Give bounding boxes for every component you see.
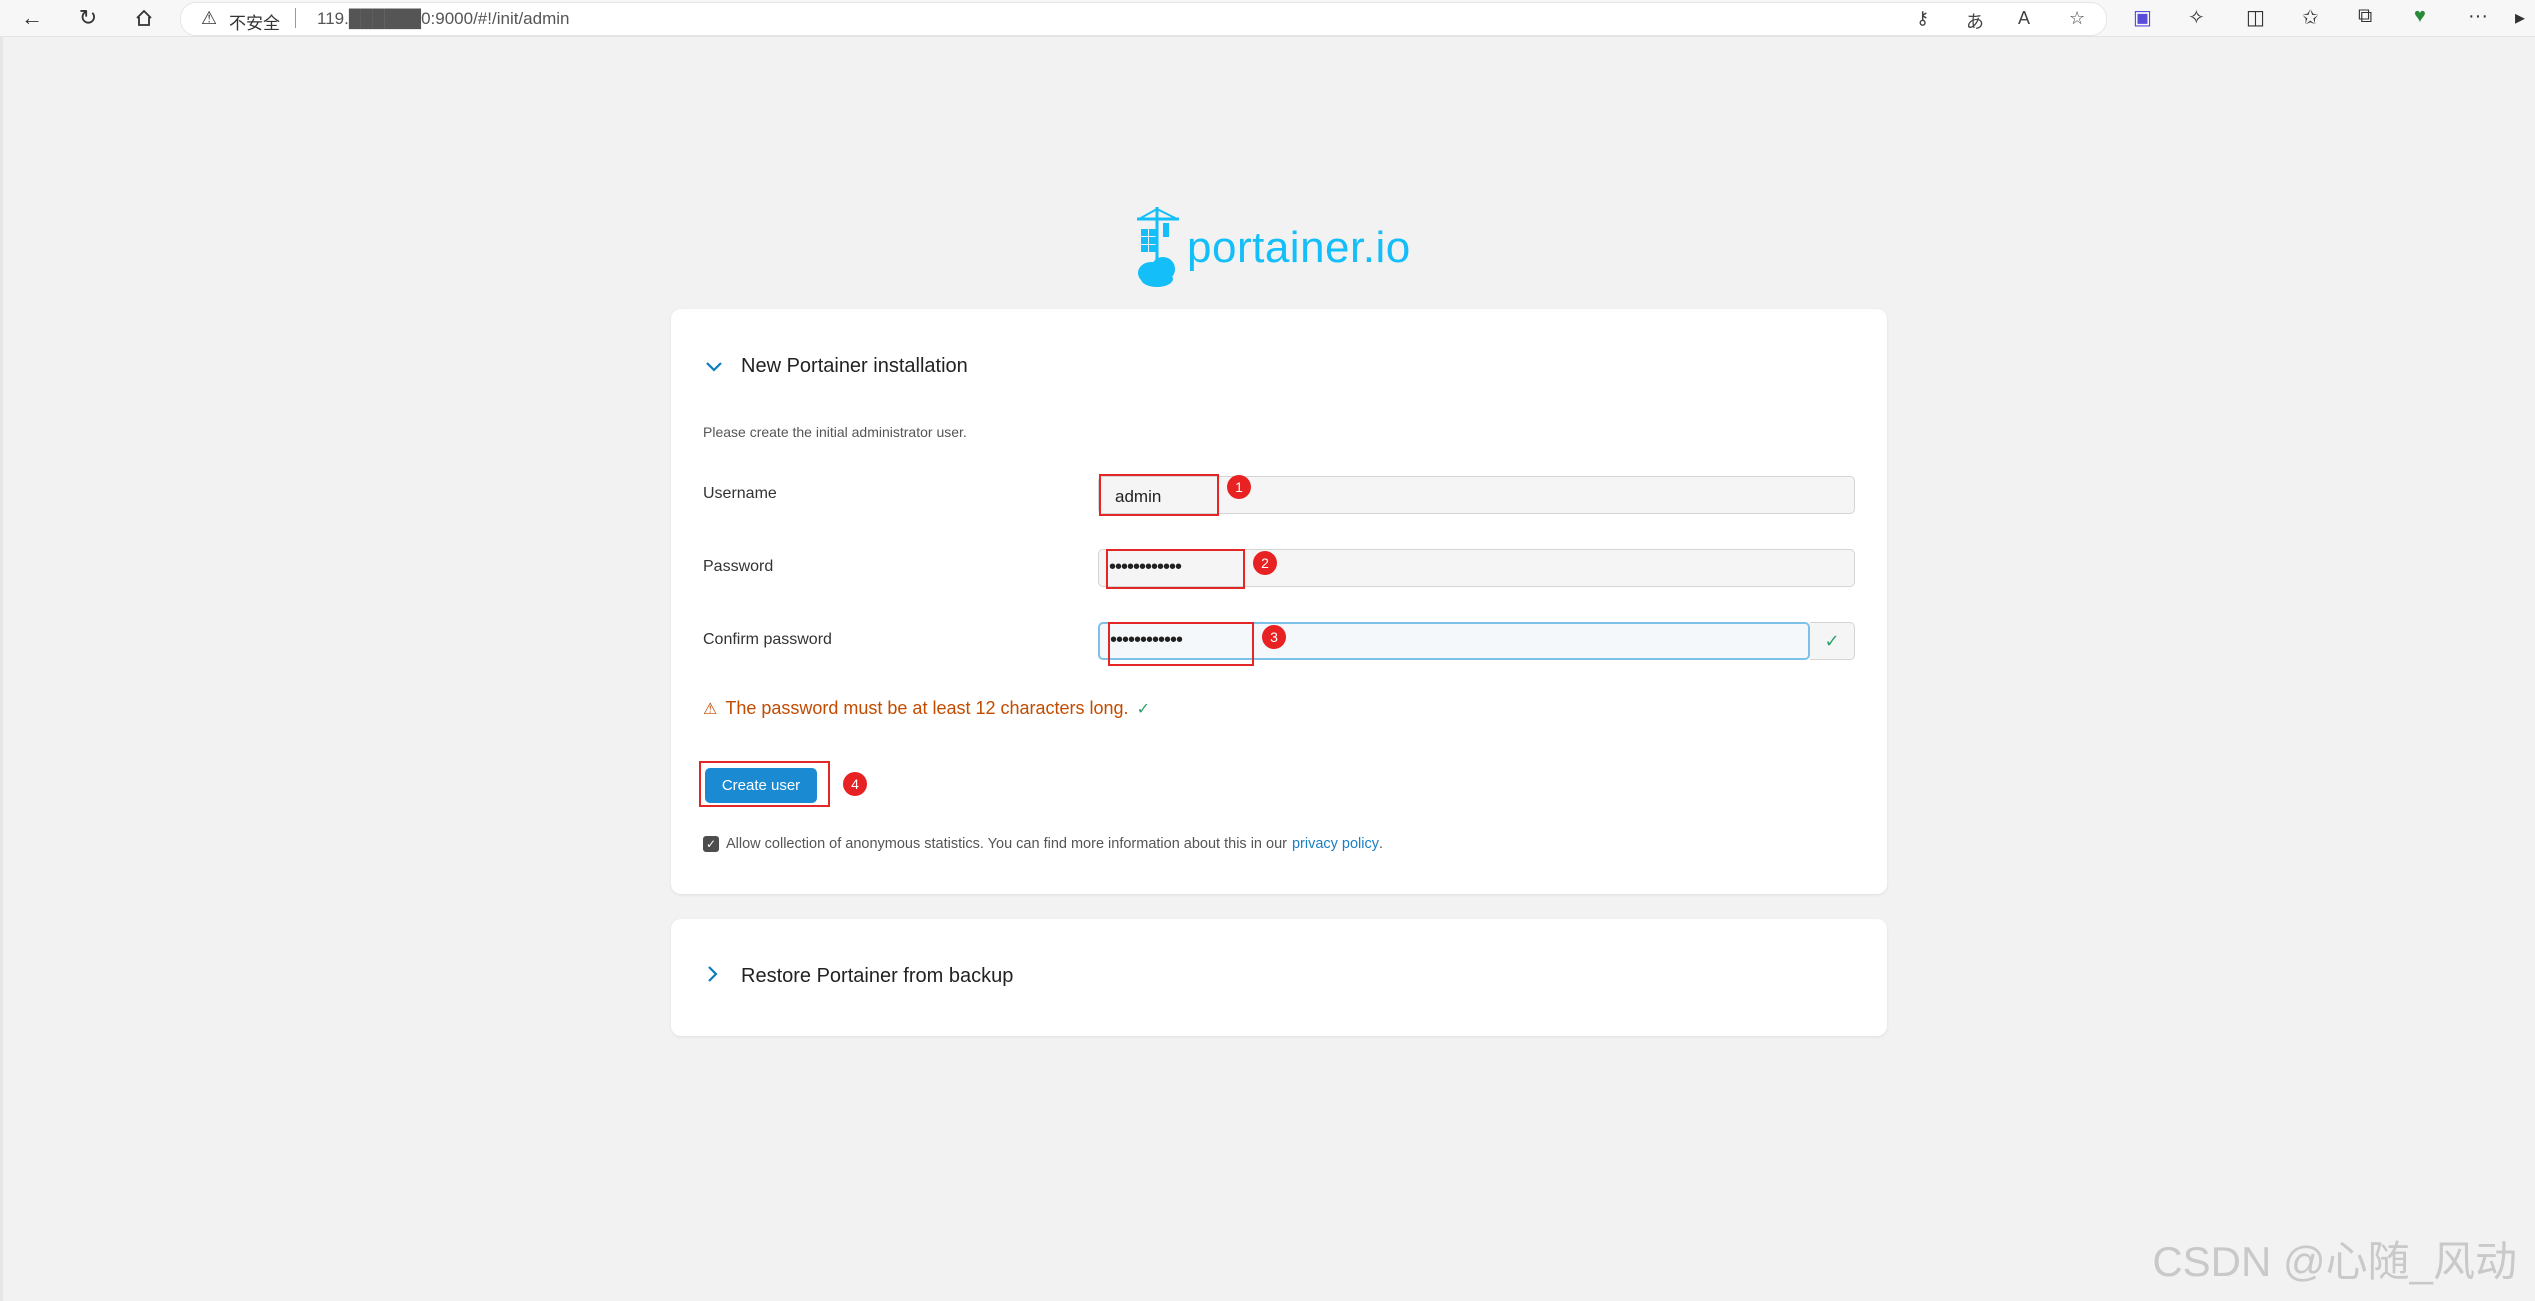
password-warning: ⚠ The password must be at least 12 chara… <box>703 698 1150 719</box>
annotation-box-3 <box>1108 622 1254 666</box>
annotation-badge-1: 1 <box>1227 475 1251 499</box>
username-label: Username <box>703 485 777 502</box>
password-label: Password <box>703 558 774 575</box>
portainer-logo: portainer.io <box>1135 205 1411 291</box>
statistics-consent: ✓ Allow collection of anonymous statisti… <box>703 836 1383 852</box>
address-separator <box>295 8 296 28</box>
confirm-password-label: Confirm password <box>703 631 832 648</box>
favorite-icon[interactable]: ☆ <box>2069 8 2085 29</box>
portainer-crane-icon <box>1137 207 1179 287</box>
privacy-policy-link[interactable]: privacy policy <box>1292 836 1379 852</box>
restore-backup-panel: Restore Portainer from backup <box>671 919 1887 1036</box>
browser-toolbar: ← ↻ ⚠ 不安全 119.██████0:9000/#!/init/admin… <box>0 0 2535 37</box>
performance-icon[interactable]: ♥ <box>2414 5 2426 28</box>
chevron-right-icon[interactable] <box>705 963 731 989</box>
split-screen-icon[interactable]: ◫ <box>2246 5 2265 30</box>
sidebar-icon[interactable]: ▸ <box>2515 5 2525 30</box>
restore-backup-header[interactable]: Restore Portainer from backup <box>705 963 1013 989</box>
more-icon[interactable]: ··· <box>2468 5 2488 28</box>
refresh-icon[interactable]: ↻ <box>74 4 102 32</box>
warning-icon: ⚠ <box>703 700 718 718</box>
check-icon: ✓ <box>1136 700 1150 718</box>
back-icon[interactable]: ← <box>18 4 46 32</box>
chevron-down-icon[interactable] <box>705 353 731 379</box>
consent-checkbox[interactable]: ✓ <box>703 836 719 852</box>
warning-triangle-icon: ⚠ <box>201 8 218 28</box>
new-installation-panel: New Portainer installation Please create… <box>671 309 1887 894</box>
url-text[interactable]: 119.██████0:9000/#!/init/admin <box>317 9 569 29</box>
annotation-badge-4: 4 <box>843 772 867 796</box>
page-left-border <box>0 36 3 1301</box>
insecure-label: 不安全 <box>229 14 280 33</box>
csdn-watermark: CSDN @心随_风动 <box>2152 1238 2517 1285</box>
annotation-box-2 <box>1106 549 1245 589</box>
collections-icon[interactable]: ⧉ <box>2358 5 2372 28</box>
panel-title: New Portainer installation <box>741 354 968 377</box>
logo-text: portainer.io <box>1187 223 1411 272</box>
annotation-badge-2: 2 <box>1253 551 1277 575</box>
warning-text: The password must be at least 12 charact… <box>725 698 1129 718</box>
annotation-box-4 <box>699 761 830 807</box>
instruction-text: Please create the initial administrator … <box>703 424 967 440</box>
new-installation-header[interactable]: New Portainer installation <box>705 353 968 379</box>
annotation-box-1 <box>1099 474 1219 516</box>
read-aloud-icon[interactable]: A <box>2018 8 2030 29</box>
consent-end: . <box>1379 836 1384 852</box>
favorites-icon[interactable]: ✩ <box>2302 5 2319 30</box>
key-icon[interactable]: ⚷ <box>1916 8 1929 29</box>
extension-colored-icon[interactable]: ▣ <box>2133 5 2152 30</box>
match-check-icon: ✓ <box>1810 622 1855 660</box>
consent-text: Allow collection of anonymous statistics… <box>726 836 1287 852</box>
puzzle-icon[interactable]: ✧ <box>2188 5 2205 30</box>
restore-title: Restore Portainer from backup <box>741 964 1014 987</box>
translate-icon[interactable]: あ <box>1966 8 1984 34</box>
address-bar[interactable]: ⚠ 不安全 119.██████0:9000/#!/init/admin ⚷ あ… <box>180 2 2107 36</box>
annotation-badge-3: 3 <box>1262 625 1286 649</box>
home-icon[interactable] <box>130 4 158 32</box>
